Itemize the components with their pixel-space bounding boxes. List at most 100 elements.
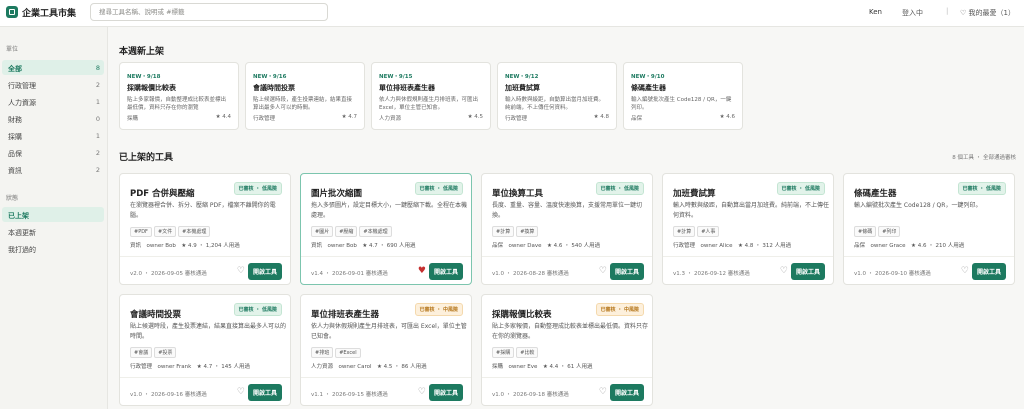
new-tool-card[interactable]: NEW・9/18 採購報價比較表 貼上多家報價，自動整理成比較表並標出最低價，資料只… <box>119 62 239 130</box>
sidebar-item-unit[interactable]: 人力資源 1 <box>2 94 104 109</box>
new-card-rating: ★ 4.5 <box>467 114 483 120</box>
tool-desc: 輸入時數與級距，自動算出當月加班費。純前端，不上傳任何資料。 <box>673 202 830 219</box>
sidebar-item-status[interactable]: 已上架 <box>2 207 104 222</box>
heart-icon[interactable]: ♥ <box>418 266 426 276</box>
tool-title: 加班費試算 <box>673 189 716 199</box>
new-date-label: NEW・9/12 <box>505 74 539 80</box>
new-card-footer: 品保 ★ 4.6 <box>631 114 735 122</box>
new-tool-card[interactable]: NEW・9/12 加班費試算 輸入時數與級距，自動算出當月加班費。純前端，不上傳任何… <box>497 62 617 130</box>
tag-chip[interactable]: #換算 <box>516 226 539 237</box>
new-card-rating: ★ 4.8 <box>593 114 609 120</box>
open-tool-button[interactable]: 開啟工具 <box>610 384 644 401</box>
heart-icon[interactable]: ♡ <box>780 266 788 276</box>
tool-card: 採購報價比較表 已審核 ・ 中風險 貼上多家報價，自動整理成比較表並標出最低價。資料… <box>481 294 653 406</box>
open-tool-button[interactable]: 開啟工具 <box>248 263 282 280</box>
divider: | <box>946 7 949 15</box>
tag-chip[interactable]: #會議 <box>130 347 153 358</box>
search-input[interactable] <box>91 4 327 20</box>
new-tool-card[interactable]: NEW・9/10 條碼產生器 輸入編號批次產生 Code128 / QR，一鍵列印。… <box>623 62 743 130</box>
tag-chip[interactable]: #Excel <box>335 348 361 358</box>
tool-meta: 行政管理 owner Frank ★ 4.7 ・ 145 人用過 <box>130 364 250 370</box>
version-info: v1.0 ・ 2026-08-28 審核通過 <box>492 271 569 277</box>
sidebar-item-unit[interactable]: 財務 0 <box>2 111 104 126</box>
review-badge: 已審核 ・ 中風險 <box>595 303 644 316</box>
tag-chip[interactable]: #比較 <box>516 347 539 358</box>
review-badge: 已審核 ・ 低風險 <box>414 182 463 195</box>
tool-count: 8 個工具 ・ 全部通過審核 <box>952 155 1016 161</box>
tool-card: 單位排班表產生器 已審核 ・ 中風險 依人力與休假規則產生月排班表，可匯出 Exce… <box>300 294 472 406</box>
status-heading: 狀態 <box>6 195 19 202</box>
sidebar-item-unit[interactable]: 全部 8 <box>2 60 104 75</box>
sidebar-item-unit[interactable]: 採購 1 <box>2 128 104 143</box>
tag-list: #條碼 #列印 <box>854 226 902 237</box>
favorites-link[interactable]: ♡ 我的最愛（1） <box>960 8 1015 18</box>
card-footer: v1.0 ・ 2026-09-16 審核通過 ♡ 開啟工具 <box>120 377 290 407</box>
new-section-title: 本週新上架 <box>119 47 165 57</box>
sidebar-item-count: 1 <box>95 132 100 140</box>
tag-chip[interactable]: #採購 <box>492 347 515 358</box>
tool-meta: 行政管理 owner Alice ★ 4.8 ・ 312 人用過 <box>673 243 792 249</box>
sidebar-item-label: 本週更新 <box>8 229 36 237</box>
sidebar-item-status[interactable]: 本週更新 <box>2 224 104 239</box>
heart-icon[interactable]: ♡ <box>418 387 426 397</box>
new-tool-card[interactable]: NEW・9/16 會議時間投票 貼上候選時段，產生投票連結，結果直接算出最多人可以的… <box>245 62 365 130</box>
tool-card: 條碼產生器 已審核 ・ 低風險 輸入編號批次產生 Code128 / QR，一鍵列印… <box>843 173 1015 285</box>
tag-chip[interactable]: #本機處理 <box>359 226 392 237</box>
sidebar: 單位 全部 8 行政管理 2 人力資源 1 財務 0 採購 1 品保 2 資訊 2 狀態 已上架 本週更新我… <box>0 27 108 409</box>
new-card-title: 會議時間投票 <box>253 84 295 92</box>
open-tool-button[interactable]: 開啟工具 <box>610 263 644 280</box>
sidebar-item-status[interactable]: 我打過的 <box>2 241 104 256</box>
tag-chip[interactable]: #列印 <box>878 226 901 237</box>
tag-chip[interactable]: #條碼 <box>854 226 877 237</box>
search-box[interactable] <box>90 3 328 21</box>
open-tool-button[interactable]: 開啟工具 <box>429 263 463 280</box>
review-badge: 已審核 ・ 低風險 <box>776 182 825 195</box>
tool-title: 單位換算工具 <box>492 189 544 199</box>
tag-chip[interactable]: #人事 <box>697 226 720 237</box>
sidebar-item-unit[interactable]: 資訊 2 <box>2 162 104 177</box>
new-card-unit: 行政管理 <box>253 116 276 122</box>
tag-chip[interactable]: #計算 <box>492 226 515 237</box>
tag-chip[interactable]: #文件 <box>153 226 177 237</box>
user-name[interactable]: Ken <box>869 8 882 16</box>
heart-icon[interactable]: ♡ <box>961 266 969 276</box>
tag-chip[interactable]: #本機處理 <box>178 226 211 237</box>
tag-chip[interactable]: #圖片 <box>311 226 334 237</box>
sidebar-item-unit[interactable]: 品保 2 <box>2 145 104 160</box>
sidebar-item-label: 品保 <box>8 150 22 158</box>
new-tool-card[interactable]: NEW・9/15 單位排班表產生器 依人力與休假規則產生月排班表，可匯出 Excel… <box>371 62 491 130</box>
tag-chip[interactable]: #投票 <box>154 347 177 358</box>
tag-chip[interactable]: #壓縮 <box>335 226 358 237</box>
heart-icon[interactable]: ♡ <box>237 266 245 276</box>
open-tool-button[interactable]: 開啟工具 <box>972 263 1006 280</box>
tag-list: #排班 #Excel <box>311 347 363 358</box>
review-badge: 已審核 ・ 低風險 <box>233 182 282 195</box>
tag-list: #計算 #換算 <box>492 226 540 237</box>
open-tool-button[interactable]: 開啟工具 <box>248 384 282 401</box>
version-info: v1.4 ・ 2026-09-01 審核通過 <box>311 271 388 277</box>
sidebar-item-count: 2 <box>95 149 100 157</box>
login-status: 登入中 <box>902 9 923 17</box>
tool-title: PDF 合併與壓縮 <box>130 189 195 199</box>
review-badge: 已審核 ・ 中風險 <box>414 303 463 316</box>
tool-title: 圖片批次縮圖 <box>311 189 363 199</box>
heart-icon[interactable]: ♡ <box>599 266 607 276</box>
open-tool-button[interactable]: 開啟工具 <box>429 384 463 401</box>
tool-title: 會議時間投票 <box>130 310 182 320</box>
new-card-desc: 輸入時數與級距，自動算出當月加班費。純前端，不上傳任何資料。 <box>505 97 605 111</box>
heart-icon[interactable]: ♡ <box>237 387 245 397</box>
tool-desc: 輸入編號批次產生 Code128 / QR，一鍵列印。 <box>854 202 982 209</box>
tool-desc: 貼上候選時段，產生投票連結，結果直接算出最多人可以的時間。 <box>130 323 287 340</box>
sidebar-item-label: 人力資源 <box>8 99 36 107</box>
sidebar-item-unit[interactable]: 行政管理 2 <box>2 77 104 92</box>
tag-list: #PDF #文件 #本機處理 <box>130 226 212 237</box>
tag-chip[interactable]: #排班 <box>311 347 334 358</box>
open-tool-button[interactable]: 開啟工具 <box>791 263 825 280</box>
new-date-label: NEW・9/18 <box>127 74 161 80</box>
tag-chip[interactable]: #計算 <box>673 226 696 237</box>
card-footer: v1.3 ・ 2026-09-12 審核通過 ♡ 開啟工具 <box>663 256 833 286</box>
heart-icon[interactable]: ♡ <box>599 387 607 397</box>
review-badge: 已審核 ・ 低風險 <box>595 182 644 195</box>
sidebar-item-label: 資訊 <box>8 167 22 175</box>
tag-chip[interactable]: #PDF <box>130 227 152 237</box>
